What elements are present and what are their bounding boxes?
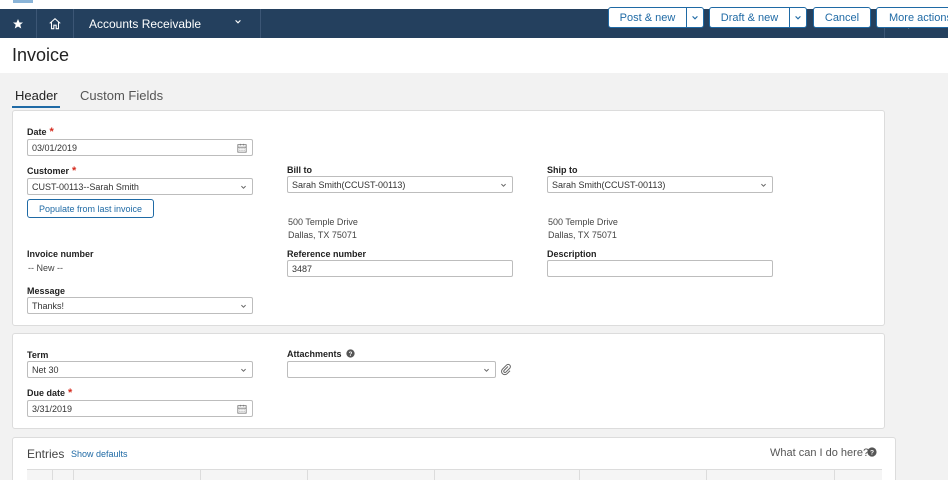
grid-divider [579, 469, 580, 480]
due-date-value: 3/31/2019 [32, 403, 73, 414]
invoice-number-value: -- New -- [28, 263, 63, 273]
post-new-label: Post & new [619, 11, 676, 24]
bill-to-label: Bill to [287, 165, 312, 175]
draft-new-menu-button[interactable] [789, 8, 806, 27]
required-marker: * [68, 387, 73, 399]
svg-text:?: ? [870, 450, 874, 457]
message-label: Message [27, 286, 66, 296]
required-marker: * [72, 165, 77, 177]
bill-address-line1: 500 Temple Drive [288, 217, 358, 227]
bill-to-select[interactable]: Sarah Smith(CCUST-00113) [287, 176, 513, 193]
ship-to-select[interactable]: Sarah Smith(CCUST-00113) [547, 176, 773, 193]
chevron-down-icon [692, 15, 698, 20]
calendar-icon[interactable] [237, 143, 247, 153]
post-new-menu-button[interactable] [686, 8, 703, 27]
populate-from-last-invoice-button[interactable]: Populate from last invoice [27, 199, 154, 218]
term-label: Term [27, 350, 49, 360]
help-icon[interactable]: ? [346, 349, 355, 358]
reference-number-value: 3487 [292, 263, 313, 274]
help-link[interactable]: What can I do here? [770, 447, 869, 459]
attachments-label: Attachments ? [287, 349, 355, 359]
reference-number-field[interactable]: 3487 [287, 260, 513, 277]
ship-address-line2: Dallas, TX 75071 [548, 230, 617, 240]
description-label: Description [547, 249, 597, 259]
bill-address-line2: Dallas, TX 75071 [288, 230, 357, 240]
tab-custom-fields[interactable]: Custom Fields [80, 88, 163, 103]
more-actions-button[interactable]: More actions [876, 7, 948, 28]
customer-select[interactable]: CUST-00113--Sarah Smith [27, 178, 253, 195]
attachments-select[interactable] [287, 361, 496, 378]
customer-label: Customer * [27, 165, 77, 177]
term-select[interactable]: Net 30 [27, 361, 253, 378]
grid-divider [200, 469, 201, 480]
top-strip-mark [13, 0, 33, 3]
required-marker: * [49, 126, 54, 138]
tab-header[interactable]: Header [15, 88, 58, 103]
ship-address-line1: 500 Temple Drive [548, 217, 618, 227]
entries-title: Entries [27, 447, 65, 461]
calendar-icon[interactable] [237, 404, 247, 414]
grid-divider [73, 469, 74, 480]
entries-grid-header [27, 469, 882, 480]
grid-divider [52, 469, 53, 480]
module-label: Accounts Receivable [89, 16, 202, 31]
due-date-field[interactable]: 3/31/2019 [27, 400, 253, 417]
chevron-down-icon [484, 368, 489, 372]
chevron-down-icon [795, 15, 801, 20]
date-value: 03/01/2019 [32, 142, 78, 153]
home-button[interactable] [37, 9, 74, 38]
home-icon [49, 17, 61, 29]
ship-to-label: Ship to [547, 165, 578, 175]
ship-to-value: Sarah Smith(CCUST-00113) [552, 179, 666, 190]
help-icon[interactable]: ? [867, 447, 877, 457]
paperclip-icon[interactable] [500, 363, 512, 376]
draft-new-button[interactable]: Draft & new [709, 7, 807, 28]
title-bar: Invoice [0, 38, 948, 73]
populate-label: Populate from last invoice [38, 203, 143, 214]
star-icon [13, 18, 23, 28]
grid-divider [307, 469, 308, 480]
favorites-button[interactable] [0, 9, 37, 38]
reference-number-label: Reference number [287, 249, 367, 259]
grid-divider [834, 469, 835, 480]
message-value: Thanks! [32, 300, 65, 311]
draft-new-label: Draft & new [720, 11, 779, 24]
invoice-number-label: Invoice number [27, 249, 94, 259]
bill-to-value: Sarah Smith(CCUST-00113) [292, 179, 406, 190]
page-title: Invoice [12, 45, 70, 65]
show-defaults-link[interactable]: Show defaults [71, 449, 128, 459]
more-actions-label: More actions [889, 11, 948, 24]
description-field[interactable] [547, 260, 773, 277]
module-dropdown[interactable]: Accounts Receivable [74, 9, 261, 38]
date-label: Date * [27, 126, 54, 138]
chevron-down-icon [241, 185, 246, 189]
chevron-down-icon [241, 304, 246, 308]
post-new-button[interactable]: Post & new [608, 7, 704, 28]
chevron-down-icon [501, 183, 506, 187]
customer-value: CUST-00113--Sarah Smith [32, 181, 139, 192]
cancel-label: Cancel [824, 11, 860, 24]
cancel-button[interactable]: Cancel [813, 7, 871, 28]
chevron-down-icon [761, 183, 766, 187]
grid-divider [434, 469, 435, 480]
chevron-down-icon [241, 368, 246, 372]
date-field[interactable]: 03/01/2019 [27, 139, 253, 156]
term-value: Net 30 [32, 364, 59, 375]
chevron-down-icon [235, 20, 241, 24]
svg-text:?: ? [349, 352, 353, 358]
grid-divider [706, 469, 707, 480]
active-tab-indicator [12, 106, 60, 108]
due-date-label: Due date * [27, 387, 73, 399]
message-select[interactable]: Thanks! [27, 297, 253, 314]
